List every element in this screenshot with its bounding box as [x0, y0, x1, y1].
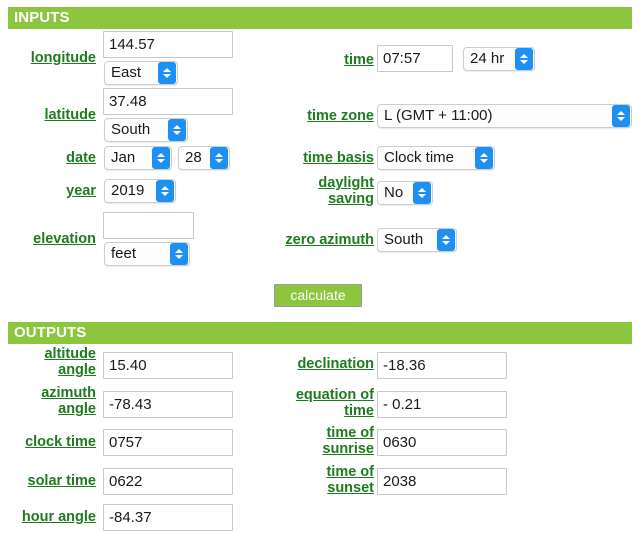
elevation-label: elevation — [33, 231, 96, 247]
time-format-value: 24 hr — [470, 50, 505, 67]
clock-time-label: clock time — [25, 434, 96, 450]
azimuth-angle-label: azimuth angle — [41, 385, 96, 417]
declination-label: declination — [297, 356, 374, 372]
time-zone-select[interactable]: L (GMT + 11:00) — [377, 104, 632, 128]
date-month-value: Jan — [111, 149, 136, 166]
chevron-updown-icon — [152, 147, 170, 169]
elevation-input[interactable] — [103, 212, 194, 239]
zero-azimuth-select[interactable]: South — [377, 228, 457, 252]
chevron-updown-icon — [515, 48, 533, 70]
time-format-select[interactable]: 24 hr — [463, 47, 535, 71]
chevron-updown-icon — [612, 105, 630, 127]
chevron-updown-icon — [158, 62, 176, 84]
date-day-value: 28 — [185, 149, 202, 166]
outputs-section-header: OUTPUTS — [8, 322, 632, 344]
time-of-sunrise-label: time of sunrise — [322, 425, 374, 457]
longitude-hemisphere-value: East — [111, 64, 142, 81]
time-basis-select[interactable]: Clock time — [377, 146, 495, 170]
date-day-select[interactable]: 28 — [178, 146, 230, 170]
altitude-angle-label: altitude angle — [44, 346, 96, 378]
time-of-sunrise-output[interactable]: 0630 — [377, 429, 507, 456]
solar-time-output[interactable]: 0622 — [103, 468, 233, 495]
time-of-sunset-label: time of sunset — [326, 464, 374, 496]
longitude-label: longitude — [30, 50, 96, 66]
clock-time-output[interactable]: 0757 — [103, 429, 233, 456]
daylight-saving-label: daylight saving — [318, 175, 374, 207]
year-select[interactable]: 2019 — [104, 179, 176, 203]
inputs-section-header: INPUTS — [8, 7, 632, 29]
chevron-updown-icon — [210, 147, 228, 169]
latitude-label: latitude — [44, 107, 96, 123]
equation-of-time-output[interactable]: - 0.21 — [377, 391, 507, 418]
time-input[interactable]: 07:57 — [377, 45, 453, 72]
chevron-updown-icon — [413, 182, 431, 204]
latitude-hemisphere-value: South — [111, 121, 151, 138]
date-month-select[interactable]: Jan — [104, 146, 172, 170]
azimuth-angle-output[interactable]: -78.43 — [103, 391, 233, 418]
altitude-angle-output[interactable]: 15.40 — [103, 352, 233, 379]
time-basis-value: Clock time — [384, 149, 455, 166]
year-value: 2019 — [111, 182, 145, 199]
chevron-updown-icon — [437, 229, 455, 251]
date-label: date — [66, 150, 96, 166]
longitude-hemisphere-select[interactable]: East — [104, 61, 178, 85]
latitude-input[interactable]: 37.48 — [103, 88, 233, 115]
solar-time-label: solar time — [27, 473, 97, 489]
year-label: year — [66, 183, 96, 199]
chevron-updown-icon — [475, 147, 493, 169]
daylight-saving-value: No — [384, 184, 404, 201]
longitude-input[interactable]: 144.57 — [103, 31, 233, 58]
zero-azimuth-label: zero azimuth — [285, 232, 374, 248]
daylight-saving-select[interactable]: No — [377, 181, 433, 205]
hour-angle-label: hour angle — [21, 509, 96, 525]
equation-of-time-label: equation of time — [295, 387, 374, 419]
hour-angle-output[interactable]: -84.37 — [103, 504, 233, 531]
declination-output[interactable]: -18.36 — [377, 352, 507, 379]
latitude-hemisphere-select[interactable]: South — [104, 118, 188, 142]
elevation-units-value: feet — [111, 245, 137, 262]
chevron-updown-icon — [168, 119, 186, 141]
time-label: time — [344, 52, 374, 68]
calculate-button[interactable]: calculate — [274, 284, 362, 307]
time-of-sunset-output[interactable]: 2038 — [377, 468, 507, 495]
zero-azimuth-value: South — [384, 231, 424, 248]
chevron-updown-icon — [156, 180, 174, 202]
chevron-updown-icon — [170, 243, 188, 265]
time-basis-label: time basis — [303, 150, 374, 166]
elevation-units-select[interactable]: feet — [104, 242, 190, 266]
time-zone-value: L (GMT + 11:00) — [384, 107, 493, 124]
time-zone-label: time zone — [307, 108, 374, 124]
